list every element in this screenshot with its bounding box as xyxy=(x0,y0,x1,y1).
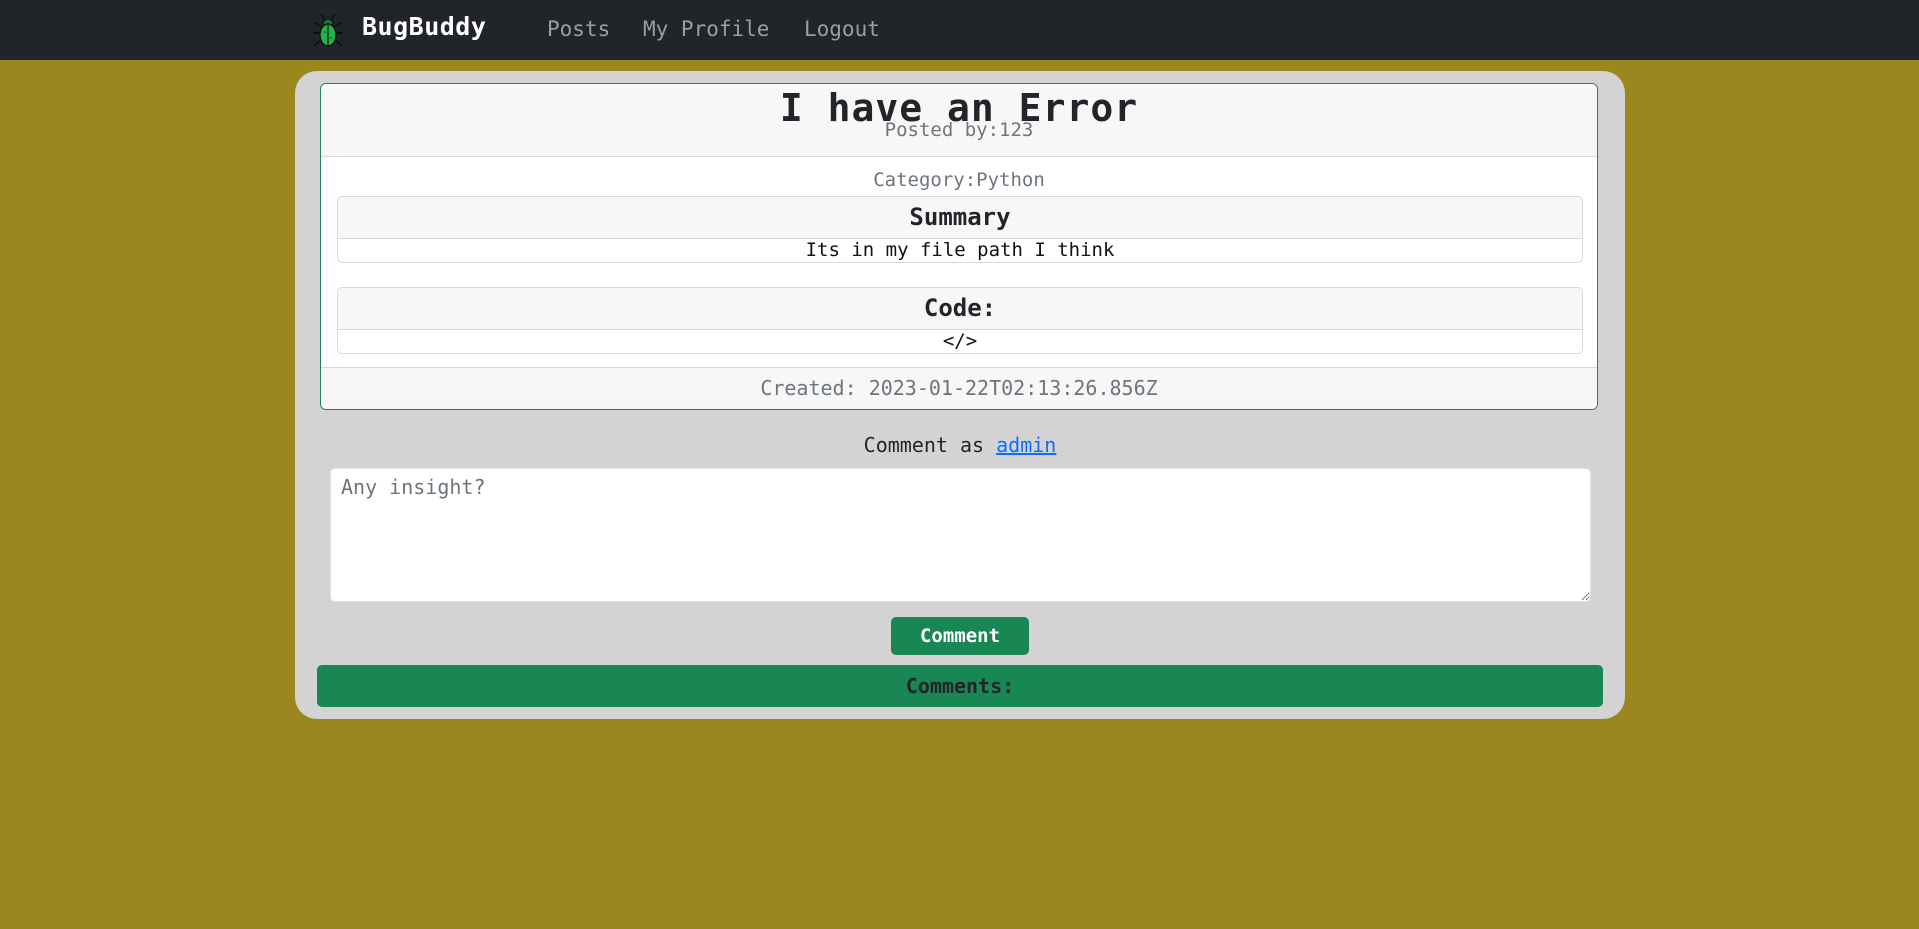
code-block: </> xyxy=(942,330,978,352)
post-author-label: Posted by: xyxy=(884,119,1000,141)
post-created-label: Created: xyxy=(760,376,857,400)
post-category: Category:Python xyxy=(321,168,1597,192)
summary-text: Its in my file path I think xyxy=(805,239,1115,261)
post-card: I have an Error Posted by:123 Category:P… xyxy=(320,83,1598,410)
comment-submit-button[interactable]: Comment xyxy=(891,617,1029,655)
post-created-value: 2023-01-22T02:13:26.856Z xyxy=(868,376,1158,400)
bug-icon[interactable] xyxy=(313,14,343,48)
comment-as-label: Comment as admin xyxy=(295,432,1625,458)
brand-name[interactable]: BugBuddy xyxy=(362,12,486,42)
post-category-label: Category: xyxy=(873,169,977,191)
nav-link-posts[interactable]: Posts xyxy=(547,16,610,42)
post-created: Created: 2023-01-22T02:13:26.856Z xyxy=(321,367,1597,409)
post-author-value: 123 xyxy=(999,119,1034,141)
nav-link-my-profile[interactable]: My Profile xyxy=(643,16,769,42)
post-header: I have an Error Posted by:123 xyxy=(321,84,1597,157)
code-card: Code: </> xyxy=(337,287,1583,354)
navbar: BugBuddy Posts My Profile Logout xyxy=(0,0,1919,60)
comments-heading: Comments: xyxy=(317,665,1603,707)
summary-heading: Summary xyxy=(338,197,1582,239)
comment-as-text: Comment as xyxy=(863,433,985,457)
comment-input[interactable] xyxy=(330,468,1591,602)
nav-link-logout[interactable]: Logout xyxy=(804,16,880,42)
comment-user-link[interactable]: admin xyxy=(996,433,1056,457)
summary-card: Summary Its in my file path I think xyxy=(337,196,1583,263)
post-panel: I have an Error Posted by:123 Category:P… xyxy=(295,71,1625,719)
post-author: Posted by:123 xyxy=(321,118,1597,142)
code-heading: Code: xyxy=(338,288,1582,330)
post-category-value: Python xyxy=(976,169,1045,191)
